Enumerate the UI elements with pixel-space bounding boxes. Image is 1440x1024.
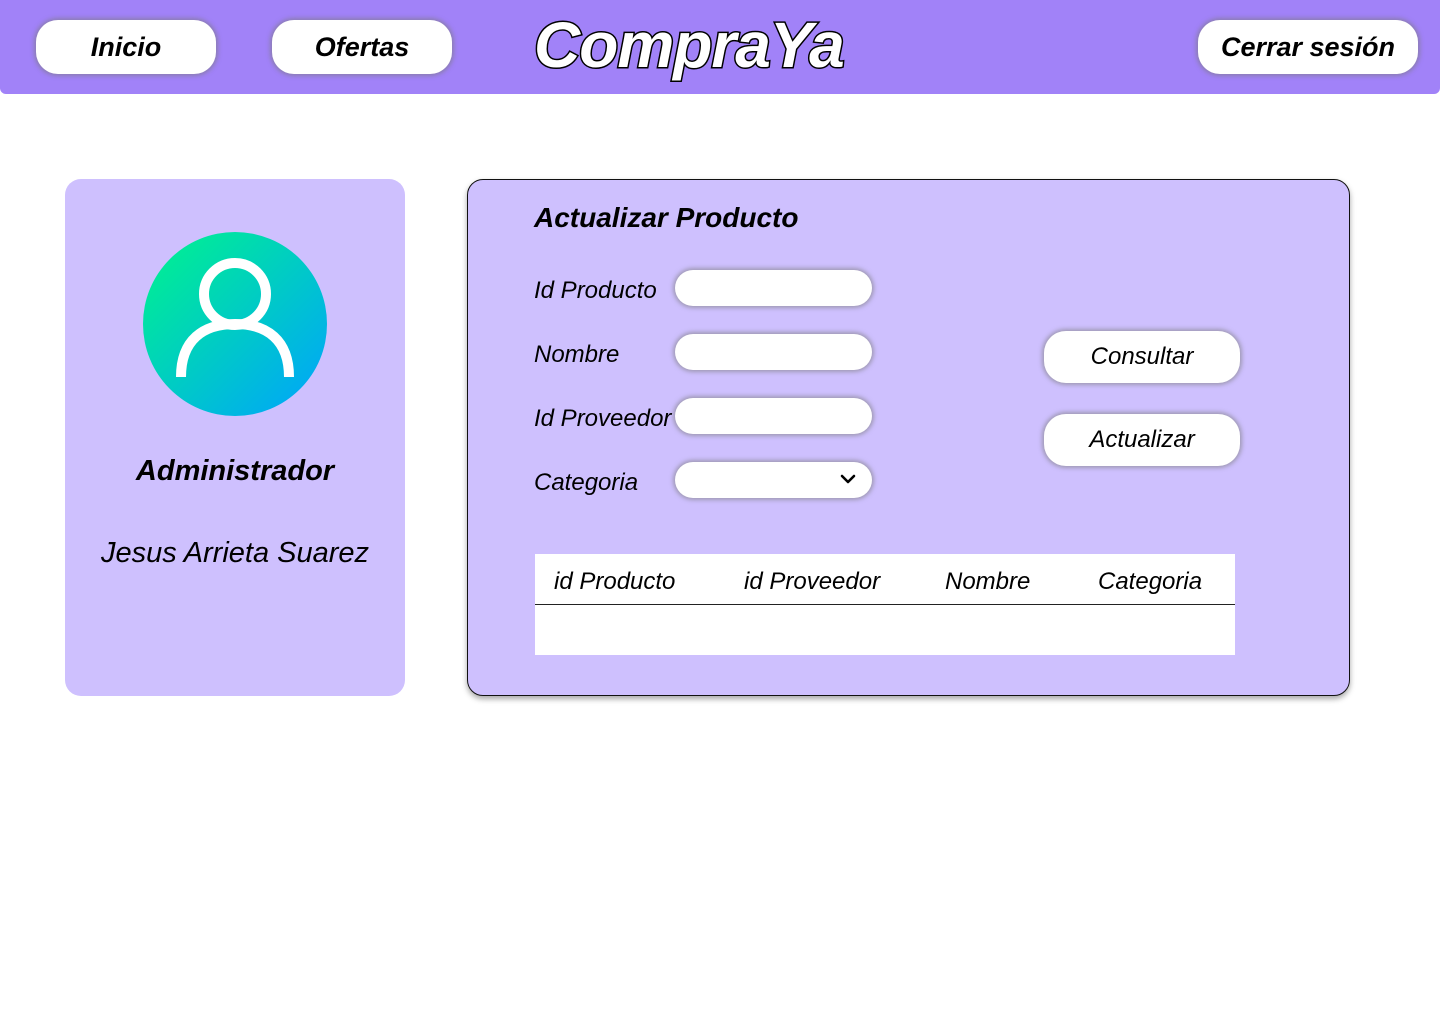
id-producto-input[interactable] [675, 270, 872, 306]
profile-card: Administrador Jesus Arrieta Suarez [65, 179, 405, 696]
user-role: Administrador [135, 455, 335, 487]
id-proveedor-input[interactable] [675, 398, 872, 434]
column-header-nombre: Nombre [945, 568, 1031, 595]
categoria-label: Categoria [534, 469, 639, 496]
avatar [143, 232, 327, 416]
user-icon [176, 258, 294, 378]
id-proveedor-label: Id Proveedor [534, 405, 672, 432]
chevron-down-icon [840, 474, 856, 484]
panel-title: Actualizar Producto [534, 202, 799, 233]
actualizar-button[interactable]: Actualizar [1044, 414, 1240, 466]
products-table: id Producto id Proveedor Nombre Categori… [535, 554, 1235, 655]
table-header-divider [535, 604, 1235, 605]
top-navbar: Inicio Ofertas CompraYa Cerrar sesión [0, 0, 1440, 94]
column-header-id-producto: id Producto [554, 568, 676, 595]
nombre-input[interactable] [675, 334, 872, 370]
column-header-id-proveedor: id Proveedor [744, 568, 881, 595]
logout-button[interactable]: Cerrar sesión [1198, 20, 1418, 74]
app-logo: CompraYa [533, 8, 847, 83]
nav-inicio-button[interactable]: Inicio [36, 20, 216, 74]
nombre-label: Nombre [534, 341, 620, 368]
update-product-panel: Actualizar Producto Id Producto Nombre I… [467, 179, 1350, 696]
nav-ofertas-button[interactable]: Ofertas [272, 20, 452, 74]
user-name: Jesus Arrieta Suarez [100, 537, 370, 569]
id-producto-label: Id Producto [534, 277, 657, 304]
column-header-categoria: Categoria [1098, 568, 1203, 595]
consultar-button[interactable]: Consultar [1044, 331, 1240, 383]
categoria-select[interactable] [675, 462, 872, 498]
